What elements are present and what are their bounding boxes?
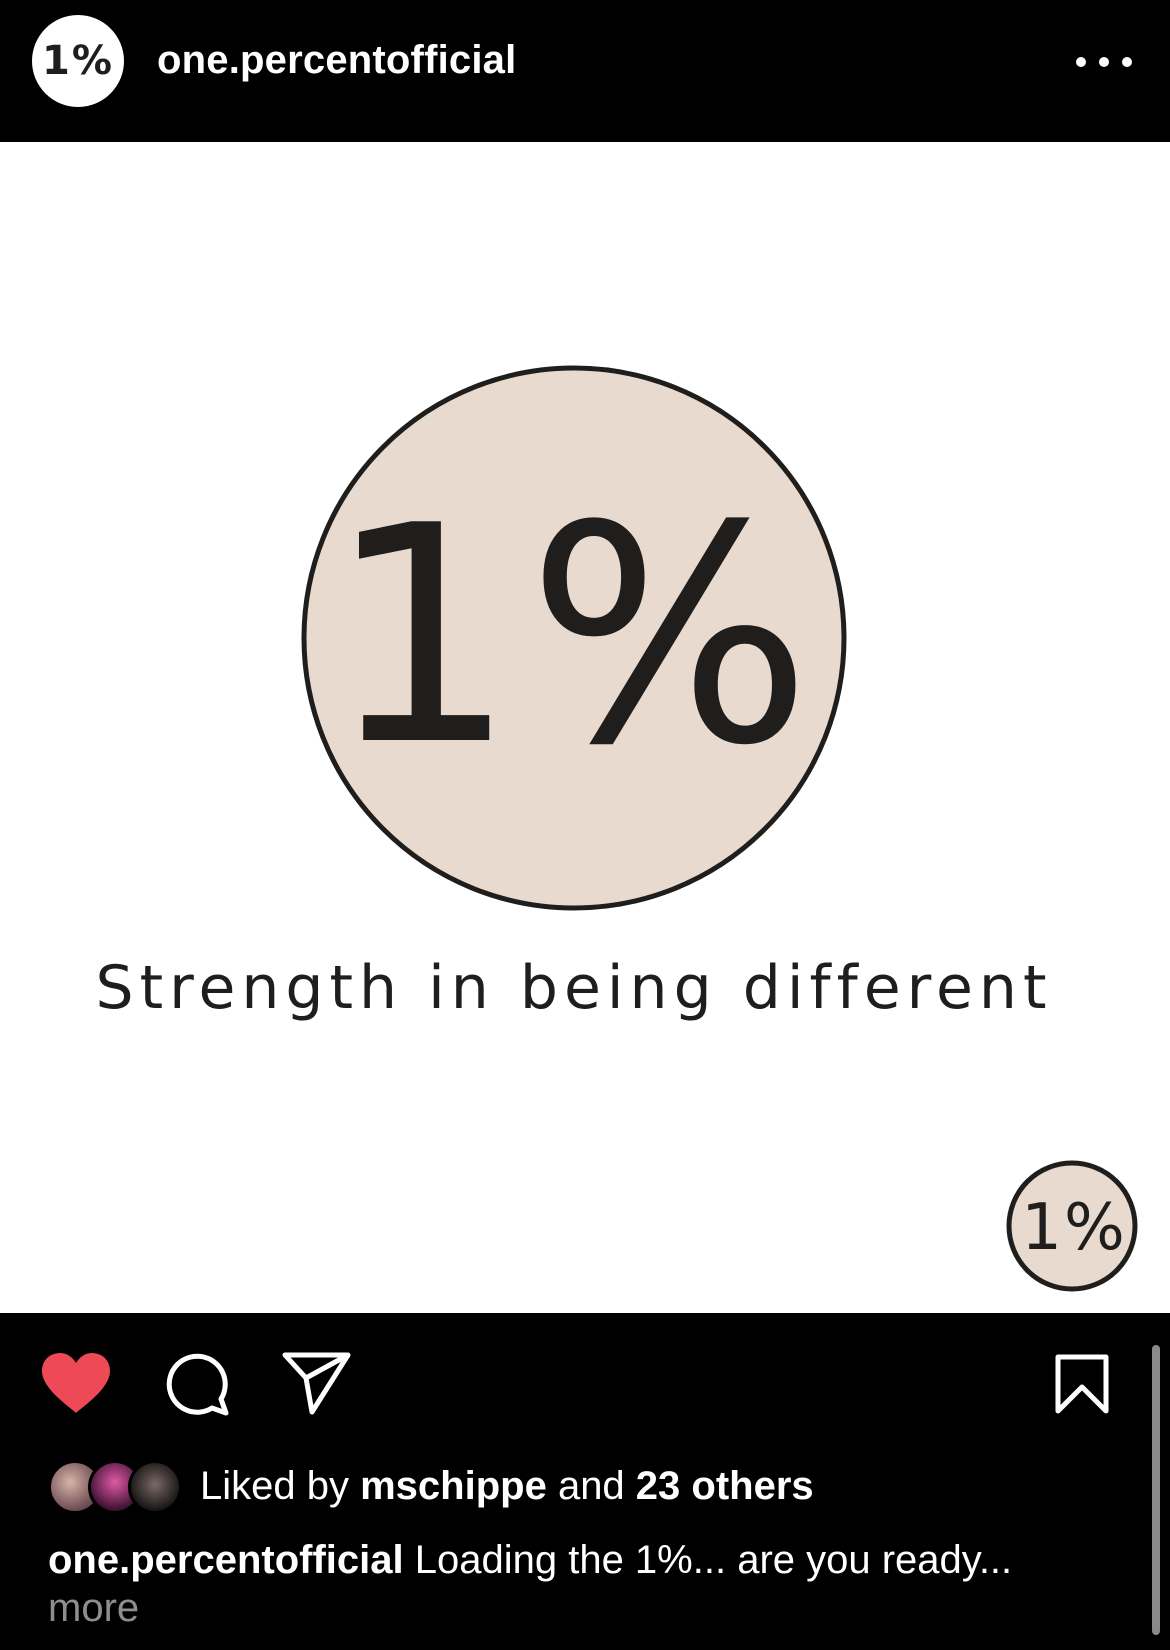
more-options-button[interactable] bbox=[1076, 44, 1132, 80]
comment-icon bbox=[166, 1353, 229, 1416]
share-button[interactable] bbox=[282, 1351, 352, 1420]
post-author-username[interactable]: one.percentofficial bbox=[157, 38, 516, 83]
post-header: 1% one.percentofficial bbox=[0, 0, 1170, 142]
caption-more-link[interactable]: more bbox=[48, 1584, 1088, 1632]
likes-prefix: Liked by bbox=[200, 1463, 361, 1508]
dot-icon bbox=[1076, 57, 1086, 67]
logo-text: 1% bbox=[326, 462, 822, 811]
likes-others-count[interactable]: 23 others bbox=[636, 1464, 814, 1508]
paper-plane-icon bbox=[282, 1352, 351, 1415]
heart-icon bbox=[42, 1353, 110, 1413]
dot-icon bbox=[1099, 57, 1109, 67]
dot-icon bbox=[1122, 57, 1132, 67]
comment-button[interactable] bbox=[164, 1351, 230, 1422]
avatar-logo-text: 1% bbox=[42, 38, 114, 84]
watermark-logo-text: 1% bbox=[1021, 1191, 1127, 1265]
scrollbar[interactable] bbox=[1152, 1345, 1160, 1635]
like-button[interactable] bbox=[40, 1351, 112, 1420]
action-bar bbox=[0, 1313, 1170, 1423]
profile-avatar[interactable]: 1% bbox=[32, 15, 124, 107]
caption-username[interactable]: one.percentofficial bbox=[48, 1538, 404, 1582]
likes-text: Liked by mschippe and 23 others bbox=[200, 1464, 814, 1509]
post-image-graphic: 1% Strength in being different 1% bbox=[0, 142, 1170, 1313]
caption-text: Loading the 1%... are you ready... bbox=[403, 1538, 1013, 1582]
tagline: Strength in being different bbox=[96, 953, 1053, 1023]
likes-middle: and bbox=[546, 1463, 636, 1508]
likes-summary[interactable]: Liked by mschippe and 23 others bbox=[48, 1458, 814, 1514]
post-caption: one.percentofficial Loading the 1%... ar… bbox=[48, 1536, 1088, 1632]
bookmark-icon bbox=[1055, 1354, 1109, 1414]
save-button[interactable] bbox=[1054, 1353, 1110, 1420]
liker-username[interactable]: mschippe bbox=[360, 1464, 547, 1508]
liker-avatar bbox=[128, 1460, 182, 1514]
post-image[interactable]: 1% Strength in being different 1% bbox=[0, 142, 1170, 1313]
liker-avatars bbox=[48, 1459, 182, 1514]
